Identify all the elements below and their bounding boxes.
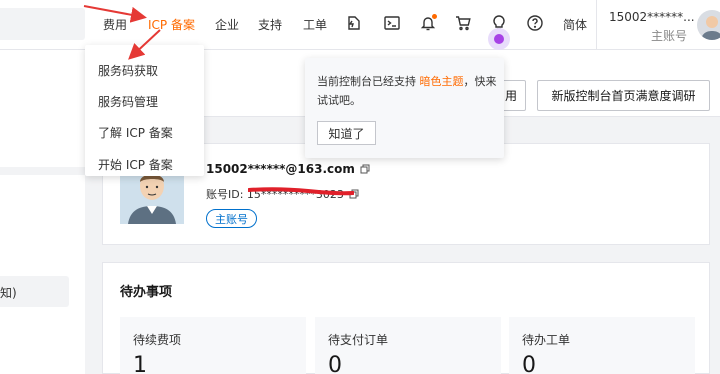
notification-dot [432, 14, 437, 19]
nav-fee[interactable]: 费用 [103, 16, 127, 33]
divider [0, 167, 85, 175]
menu-item-service-code-get[interactable]: 服务码获取 [98, 62, 158, 79]
nav-support[interactable]: 支持 [258, 16, 282, 33]
avatar[interactable] [697, 10, 720, 40]
account-email: 15002******@163.com [206, 162, 370, 177]
popover-text: 当前控制台已经支持 暗色主题，快来试试吧。 [317, 72, 497, 110]
icp-dropdown-menu: 服务码获取 服务码管理 了解 ICP 备案 开始 ICP 备案 [85, 45, 204, 176]
user-role: 主账号 [651, 29, 688, 43]
got-it-button[interactable]: 知道了 [317, 121, 376, 145]
user-name[interactable]: 15002******... [609, 10, 695, 24]
survey-button[interactable]: 新版控制台首页满意度调研 [537, 80, 710, 111]
todo-stat-value: 0 [328, 353, 342, 374]
todo-stat-value: 1 [133, 353, 147, 374]
todo-stat-label: 待续费项 [133, 333, 182, 347]
status-badge: 主账号 [206, 209, 257, 228]
left-panel-text: 知) [0, 286, 17, 300]
account-id-label: 账号ID: [206, 188, 247, 201]
menu-item-service-code-manage[interactable]: 服务码管理 [98, 93, 158, 110]
todo-stat-renewal[interactable]: 待续费项 1 [120, 317, 306, 374]
dark-theme-popover: 当前控制台已经支持 暗色主题，快来试试吧。 知道了 [305, 58, 504, 158]
left-panel: 知) [0, 50, 85, 374]
todo-title: 待办事项 [120, 285, 173, 300]
divider [596, 0, 597, 50]
ai-assistant-icon[interactable] [344, 13, 364, 33]
todo-stat-label: 待支付订单 [328, 333, 389, 347]
menu-item-start-icp[interactable]: 开始 ICP 备案 [98, 156, 173, 173]
menu-item-learn-icp[interactable]: 了解 ICP 备案 [98, 124, 173, 141]
nav-language[interactable]: 简体 [563, 16, 587, 33]
account-email-text: 15002******@163.com [206, 162, 355, 176]
popover-text-part: 当前控制台已经支持 [317, 75, 420, 88]
bulb-indicator [488, 28, 510, 50]
redaction-mark [248, 187, 354, 196]
nav-icp[interactable]: ICP 备案 [148, 16, 195, 33]
nav-ticket[interactable]: 工单 [303, 16, 327, 33]
bell-icon[interactable] [418, 13, 438, 33]
top-nav-bar: 费用 ICP 备案 企业 支持 工单 简体 15002******... 主账号 [0, 0, 720, 50]
terminal-icon[interactable] [382, 13, 402, 33]
search-input[interactable] [0, 8, 85, 40]
todo-stat-tickets[interactable]: 待办工单 0 [509, 317, 695, 374]
cart-icon[interactable] [453, 13, 473, 33]
todo-stat-label: 待办工单 [522, 333, 571, 347]
help-icon[interactable] [525, 13, 545, 33]
copy-icon[interactable] [360, 163, 370, 177]
popover-highlight-link[interactable]: 暗色主题 [420, 75, 464, 88]
nav-enterprise[interactable]: 企业 [215, 16, 239, 33]
todo-stat-value: 0 [522, 353, 536, 374]
todo-stat-orders[interactable]: 待支付订单 0 [315, 317, 501, 374]
